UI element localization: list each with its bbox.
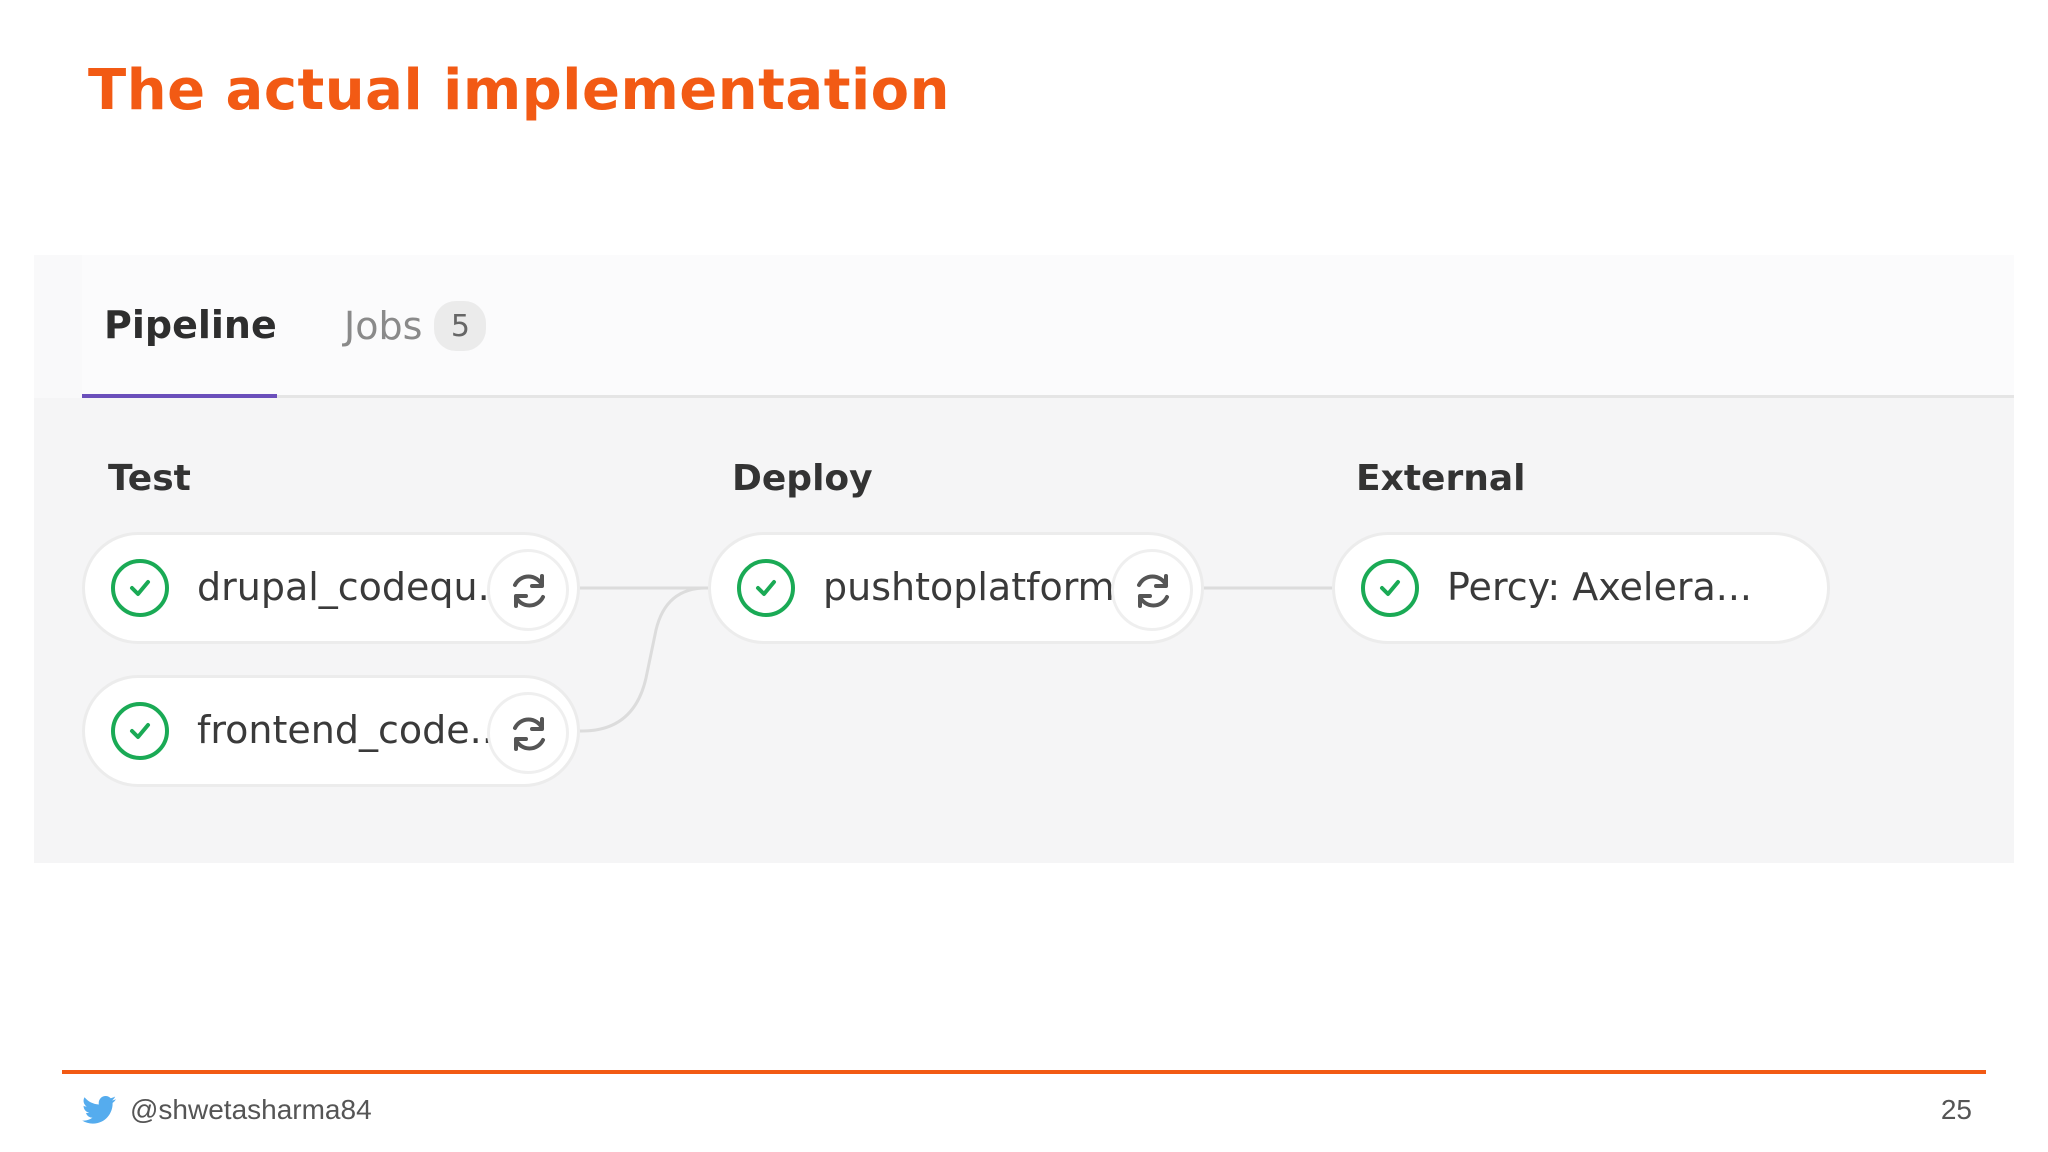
- job-frontend-codequality[interactable]: frontend_code...: [82, 675, 580, 787]
- pipeline-screenshot: Pipeline Jobs 5 Test drupal_codequ... fr…: [34, 255, 2014, 863]
- job-pushtoplatform[interactable]: pushtoplatform: [708, 532, 1204, 644]
- job-drupal-codequality[interactable]: drupal_codequ...: [82, 532, 580, 644]
- page-number: 25: [1940, 1094, 1972, 1125]
- tab-pipeline[interactable]: Pipeline: [104, 303, 277, 347]
- tab-jobs-label: Jobs: [344, 304, 423, 348]
- retry-icon[interactable]: [1111, 549, 1193, 631]
- stage-title-test: Test: [108, 458, 191, 499]
- footer-handle-text: @shwetasharma84: [130, 1094, 372, 1125]
- retry-icon[interactable]: [487, 692, 569, 774]
- tab-pipeline-label: Pipeline: [104, 303, 277, 347]
- footer-divider: [62, 1070, 1986, 1074]
- retry-icon[interactable]: [487, 549, 569, 631]
- pipeline-graph: Test drupal_codequ... frontend_code... D…: [34, 398, 2014, 863]
- slide-title: The actual implementation: [88, 58, 951, 123]
- job-name: frontend_code...: [197, 708, 506, 752]
- status-passed-icon: [111, 559, 169, 617]
- status-passed-icon: [111, 702, 169, 760]
- status-passed-icon: [1361, 559, 1419, 617]
- twitter-bird-icon: [82, 1095, 116, 1124]
- stage-title-external: External: [1356, 458, 1526, 499]
- job-name: Percy: Axelera...: [1447, 565, 1753, 609]
- footer-handle: @shwetasharma84: [82, 1094, 372, 1126]
- tab-jobs[interactable]: Jobs 5: [344, 301, 487, 351]
- job-percy[interactable]: Percy: Axelera...: [1332, 532, 1830, 644]
- tab-bar: Pipeline Jobs 5: [82, 255, 2014, 399]
- status-passed-icon: [737, 559, 795, 617]
- job-name: drupal_codequ...: [197, 565, 514, 609]
- job-name: pushtoplatform: [823, 565, 1115, 609]
- stage-title-deploy: Deploy: [732, 458, 873, 499]
- slide: The actual implementation Pipeline Jobs …: [0, 0, 2048, 1152]
- jobs-count-badge: 5: [434, 301, 487, 351]
